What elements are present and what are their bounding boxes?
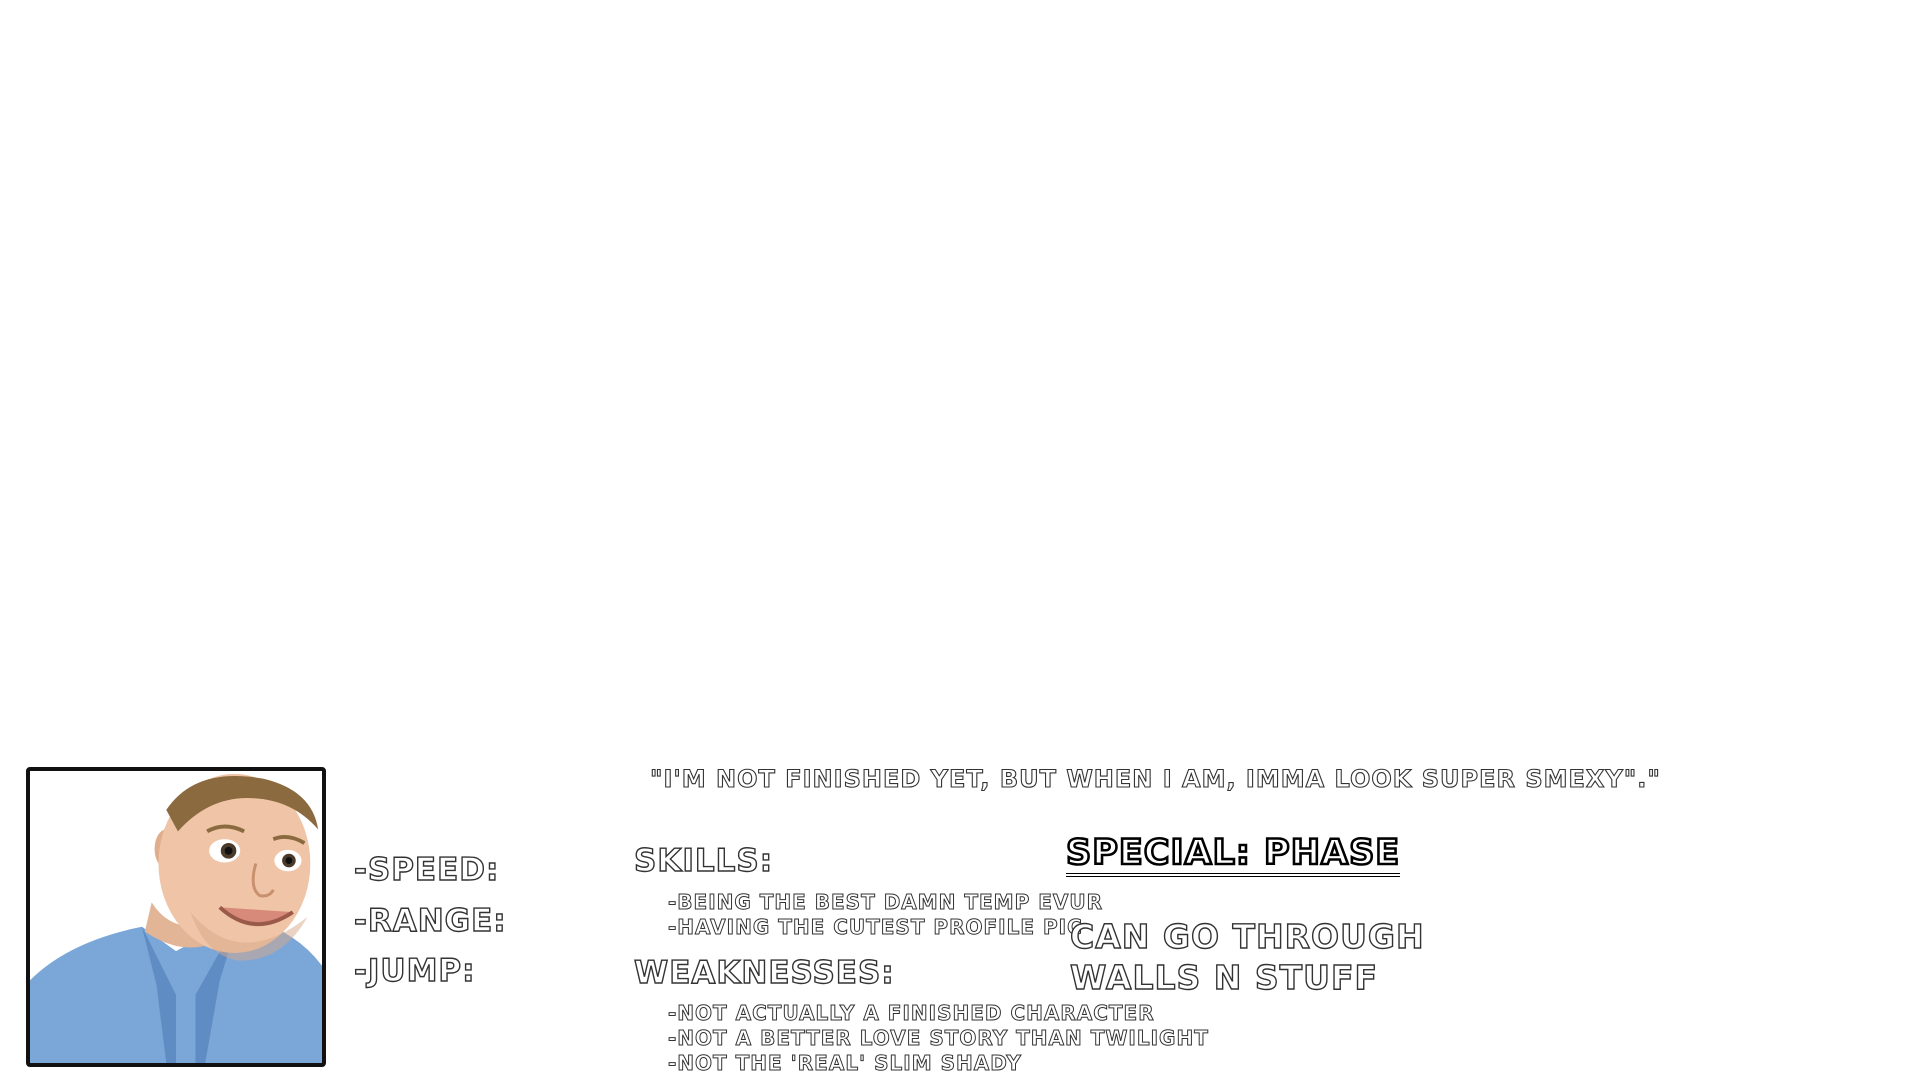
special-ability-description: Can go through bbox=[1069, 916, 1425, 956]
stat-range-label: -Range: bbox=[353, 902, 507, 939]
weakness-item: -Not actually a finished character bbox=[668, 1001, 1155, 1026]
special-ability-title: Special: Phase bbox=[1065, 832, 1401, 877]
character-portrait bbox=[26, 767, 326, 1067]
skill-item: -Being the best damn temp evur bbox=[668, 890, 1103, 915]
weakness-item: -Not the 'real' Slim Shady bbox=[668, 1051, 1022, 1076]
skills-heading: Skills: bbox=[633, 842, 774, 879]
stat-speed-label: -Speed: bbox=[353, 851, 500, 888]
skill-item: -Having the cutest profile pic bbox=[668, 915, 1083, 940]
weaknesses-heading: Weaknesses: bbox=[633, 954, 895, 991]
special-ability-description: walls n stuff bbox=[1069, 957, 1379, 997]
weakness-item: -Not a better love story than Twilight bbox=[668, 1026, 1209, 1051]
stat-jump-label: -Jump: bbox=[353, 952, 476, 989]
character-portrait-image bbox=[30, 771, 322, 1063]
character-quote: "I'm not finished yet, but when I am, im… bbox=[649, 764, 1661, 793]
